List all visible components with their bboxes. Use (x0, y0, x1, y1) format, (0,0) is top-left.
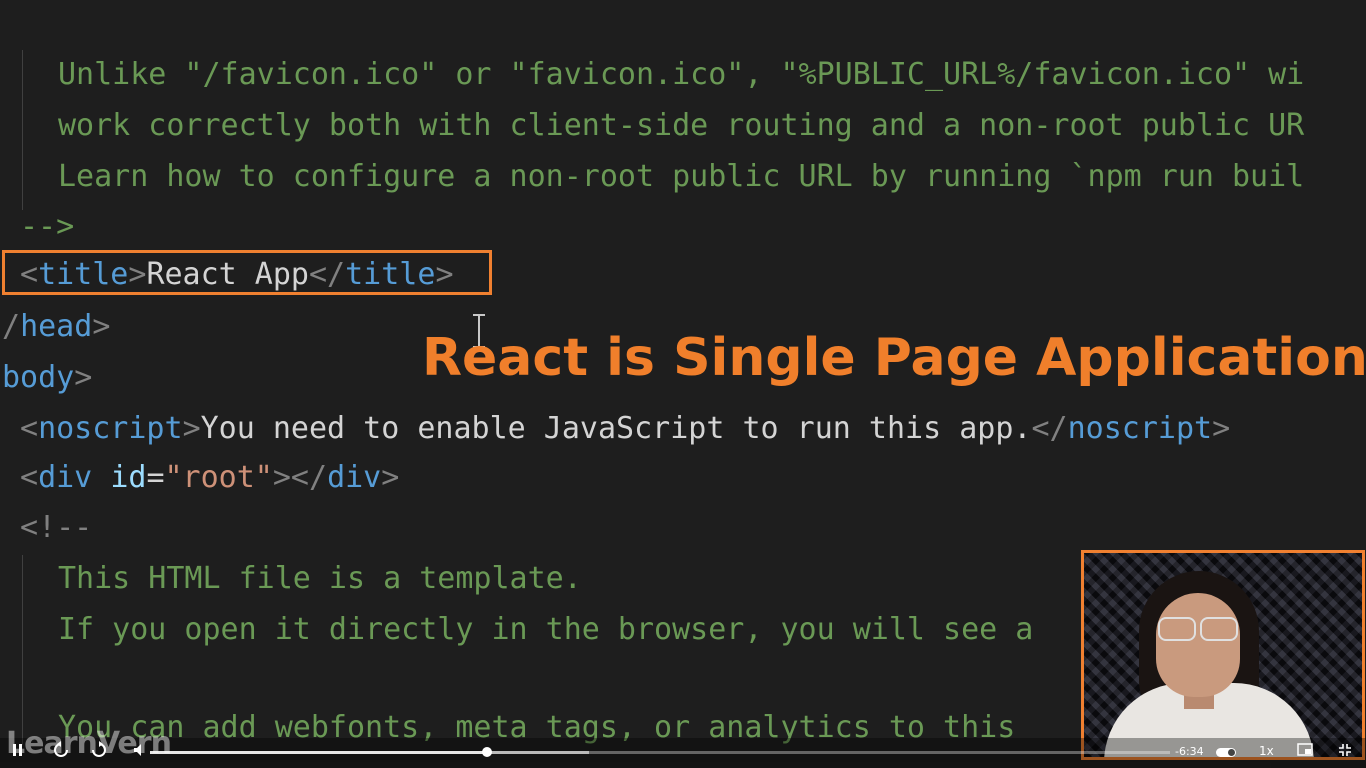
punct: / (2, 309, 21, 344)
presenter-webcam (1081, 550, 1365, 760)
progress-buffered (486, 751, 589, 754)
comment-text: If you open it directly in the browser, … (58, 612, 1034, 647)
div-root-line: <div id="root"></div> (20, 453, 399, 503)
comment-open: <!-- (20, 510, 93, 545)
punct: < (20, 411, 39, 446)
tag-name: noscript (1067, 411, 1213, 446)
attr-value: "root" (164, 460, 273, 495)
volume-button[interactable] (132, 742, 148, 762)
pause-button[interactable] (12, 743, 24, 761)
forward-icon (92, 741, 106, 757)
attr-name: id (110, 460, 147, 495)
speed-button[interactable]: 1x (1259, 744, 1274, 758)
glasses-icon (1158, 617, 1238, 641)
picture-in-picture-icon (1297, 743, 1313, 756)
pip-button[interactable] (1297, 743, 1313, 761)
punct: > (1212, 411, 1231, 446)
comment-text: Unlike "/favicon.ico" or "favicon.ico", … (58, 57, 1305, 92)
punct: ></ (272, 460, 328, 495)
time-remaining: -6:34 (1175, 745, 1204, 758)
forward-button[interactable] (90, 741, 108, 763)
head-close-line: /head> (2, 302, 110, 352)
lesson-overlay-title: React is Single Page Application (422, 328, 1366, 388)
body-line: body> (2, 353, 92, 403)
fullscreen-button[interactable] (1338, 743, 1352, 761)
punct: > (74, 360, 93, 395)
comment-close: --> (20, 209, 75, 244)
punct: </ (1031, 411, 1068, 446)
tag-name: div (327, 460, 382, 495)
code-line: If you open it directly in the browser, … (58, 605, 1033, 655)
punct: > (381, 460, 400, 495)
punct: < (20, 460, 39, 495)
code-line: This HTML file is a template. (58, 554, 582, 604)
code-line: --> (20, 202, 74, 252)
indent-guide (22, 555, 23, 745)
tag-name: head (20, 309, 93, 344)
presenter-face (1156, 593, 1240, 697)
progress-bar[interactable] (150, 747, 1170, 757)
punct: = (146, 460, 165, 495)
tag-name: body (2, 360, 75, 395)
comment-text: Learn how to configure a non-root public… (58, 159, 1305, 194)
noscript-text: You need to enable JavaScript to run thi… (200, 411, 1032, 446)
rewind-icon (54, 741, 68, 757)
tag-name: noscript (38, 411, 183, 446)
tag-name: div (38, 460, 93, 495)
noscript-line: <noscript>You need to enable JavaScript … (20, 404, 1230, 454)
comment-text: work correctly both with client-side rou… (58, 108, 1305, 143)
punct: > (182, 411, 201, 446)
progress-fill (150, 751, 487, 754)
code-line: Learn how to configure a non-root public… (58, 152, 1304, 202)
progress-knob[interactable] (481, 747, 492, 757)
autoplay-toggle[interactable] (1216, 748, 1236, 757)
comment-text: This HTML file is a template. (58, 561, 582, 596)
volume-icon (134, 744, 141, 756)
comment-open-line: <!-- (20, 503, 92, 553)
title-highlight-box (2, 250, 492, 295)
exit-fullscreen-icon (1339, 744, 1351, 756)
code-line: work correctly both with client-side rou… (58, 101, 1304, 151)
pause-icon (13, 744, 22, 756)
indent-guide (22, 50, 23, 210)
punct: > (92, 309, 111, 344)
rewind-button[interactable] (52, 741, 70, 763)
code-line: Unlike "/favicon.ico" or "favicon.ico", … (58, 50, 1304, 100)
